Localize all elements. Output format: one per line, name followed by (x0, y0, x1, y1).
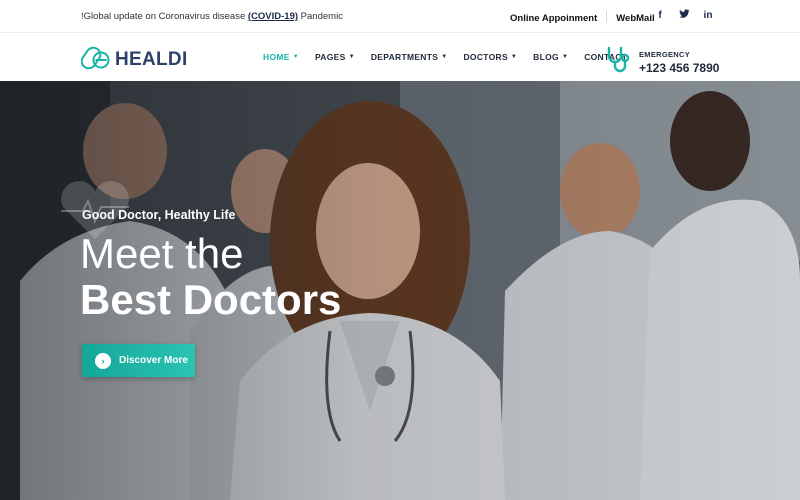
nav-label: DOCTORS (463, 52, 508, 62)
nav-item-doctors[interactable]: DOCTORS ▼ (463, 52, 517, 62)
nav-item-home[interactable]: HOME ▼ (263, 52, 299, 62)
notice-prefix: !Global update on Coronavirus disease (81, 11, 248, 22)
covid-link[interactable]: (COVID-19) (248, 11, 298, 22)
top-bar: !Global update on Coronavirus disease (C… (0, 0, 800, 33)
discover-more-button[interactable]: › Discover More (82, 344, 195, 377)
twitter-icon[interactable] (678, 9, 690, 23)
chevron-down-icon: ▼ (292, 54, 299, 60)
stethoscope-icon (605, 46, 631, 79)
chevron-down-icon: ▼ (441, 54, 448, 60)
chevron-down-icon: ▼ (348, 54, 355, 60)
divider (606, 11, 608, 23)
hero-heading-line1: Meet the (80, 230, 244, 277)
main-header: HEALDI HOME ▼ PAGES ▼ DEPARTMENTS ▼ DOCTORS… (0, 33, 800, 81)
nav-label: BLOG (533, 52, 559, 62)
emergency-contact: EMERGENCY +123 456 7890 (605, 46, 719, 79)
nav-item-pages[interactable]: PAGES ▼ (315, 52, 355, 62)
covid-notice: !Global update on Coronavirus disease (C… (81, 11, 343, 22)
pills-logo-icon (80, 44, 111, 75)
top-links: Online Appoinment WebMail (510, 11, 655, 24)
emergency-text: EMERGENCY +123 456 7890 (639, 50, 719, 75)
nav-label: PAGES (314, 52, 346, 62)
hero-heading-line2: Best Doctors (80, 276, 342, 323)
hero-tagline: Good Doctor, Healthy Life (82, 208, 236, 222)
arrow-right-icon: › (95, 352, 111, 369)
hero-section: Good Doctor, Healthy Life Meet the Best … (0, 81, 800, 500)
main-nav: HOME ▼ PAGES ▼ DEPARTMENTS ▼ DOCTORS ▼ BLOG ▼… (263, 52, 643, 62)
nav-label: DEPARTMENTS (370, 52, 439, 62)
logo[interactable]: HEALDI (80, 44, 188, 75)
social-links: f in (654, 9, 714, 23)
online-appointment-link[interactable]: Online Appoinment (510, 13, 597, 24)
emergency-label: EMERGENCY (639, 50, 691, 59)
nav-label: HOME (263, 52, 290, 62)
chevron-down-icon: ▼ (561, 54, 569, 60)
cta-label: Discover More (119, 355, 188, 366)
facebook-icon[interactable]: f (654, 9, 666, 23)
emergency-phone[interactable]: +123 456 7890 (639, 61, 719, 75)
logo-text: HEALDI (115, 48, 188, 70)
linkedin-icon[interactable]: in (702, 9, 714, 23)
nav-item-blog[interactable]: BLOG ▼ (533, 52, 568, 62)
webmail-link[interactable]: WebMail (616, 13, 654, 24)
nav-item-departments[interactable]: DEPARTMENTS ▼ (371, 52, 448, 62)
notice-suffix: Pandemic (298, 11, 343, 22)
chevron-down-icon: ▼ (510, 54, 518, 60)
